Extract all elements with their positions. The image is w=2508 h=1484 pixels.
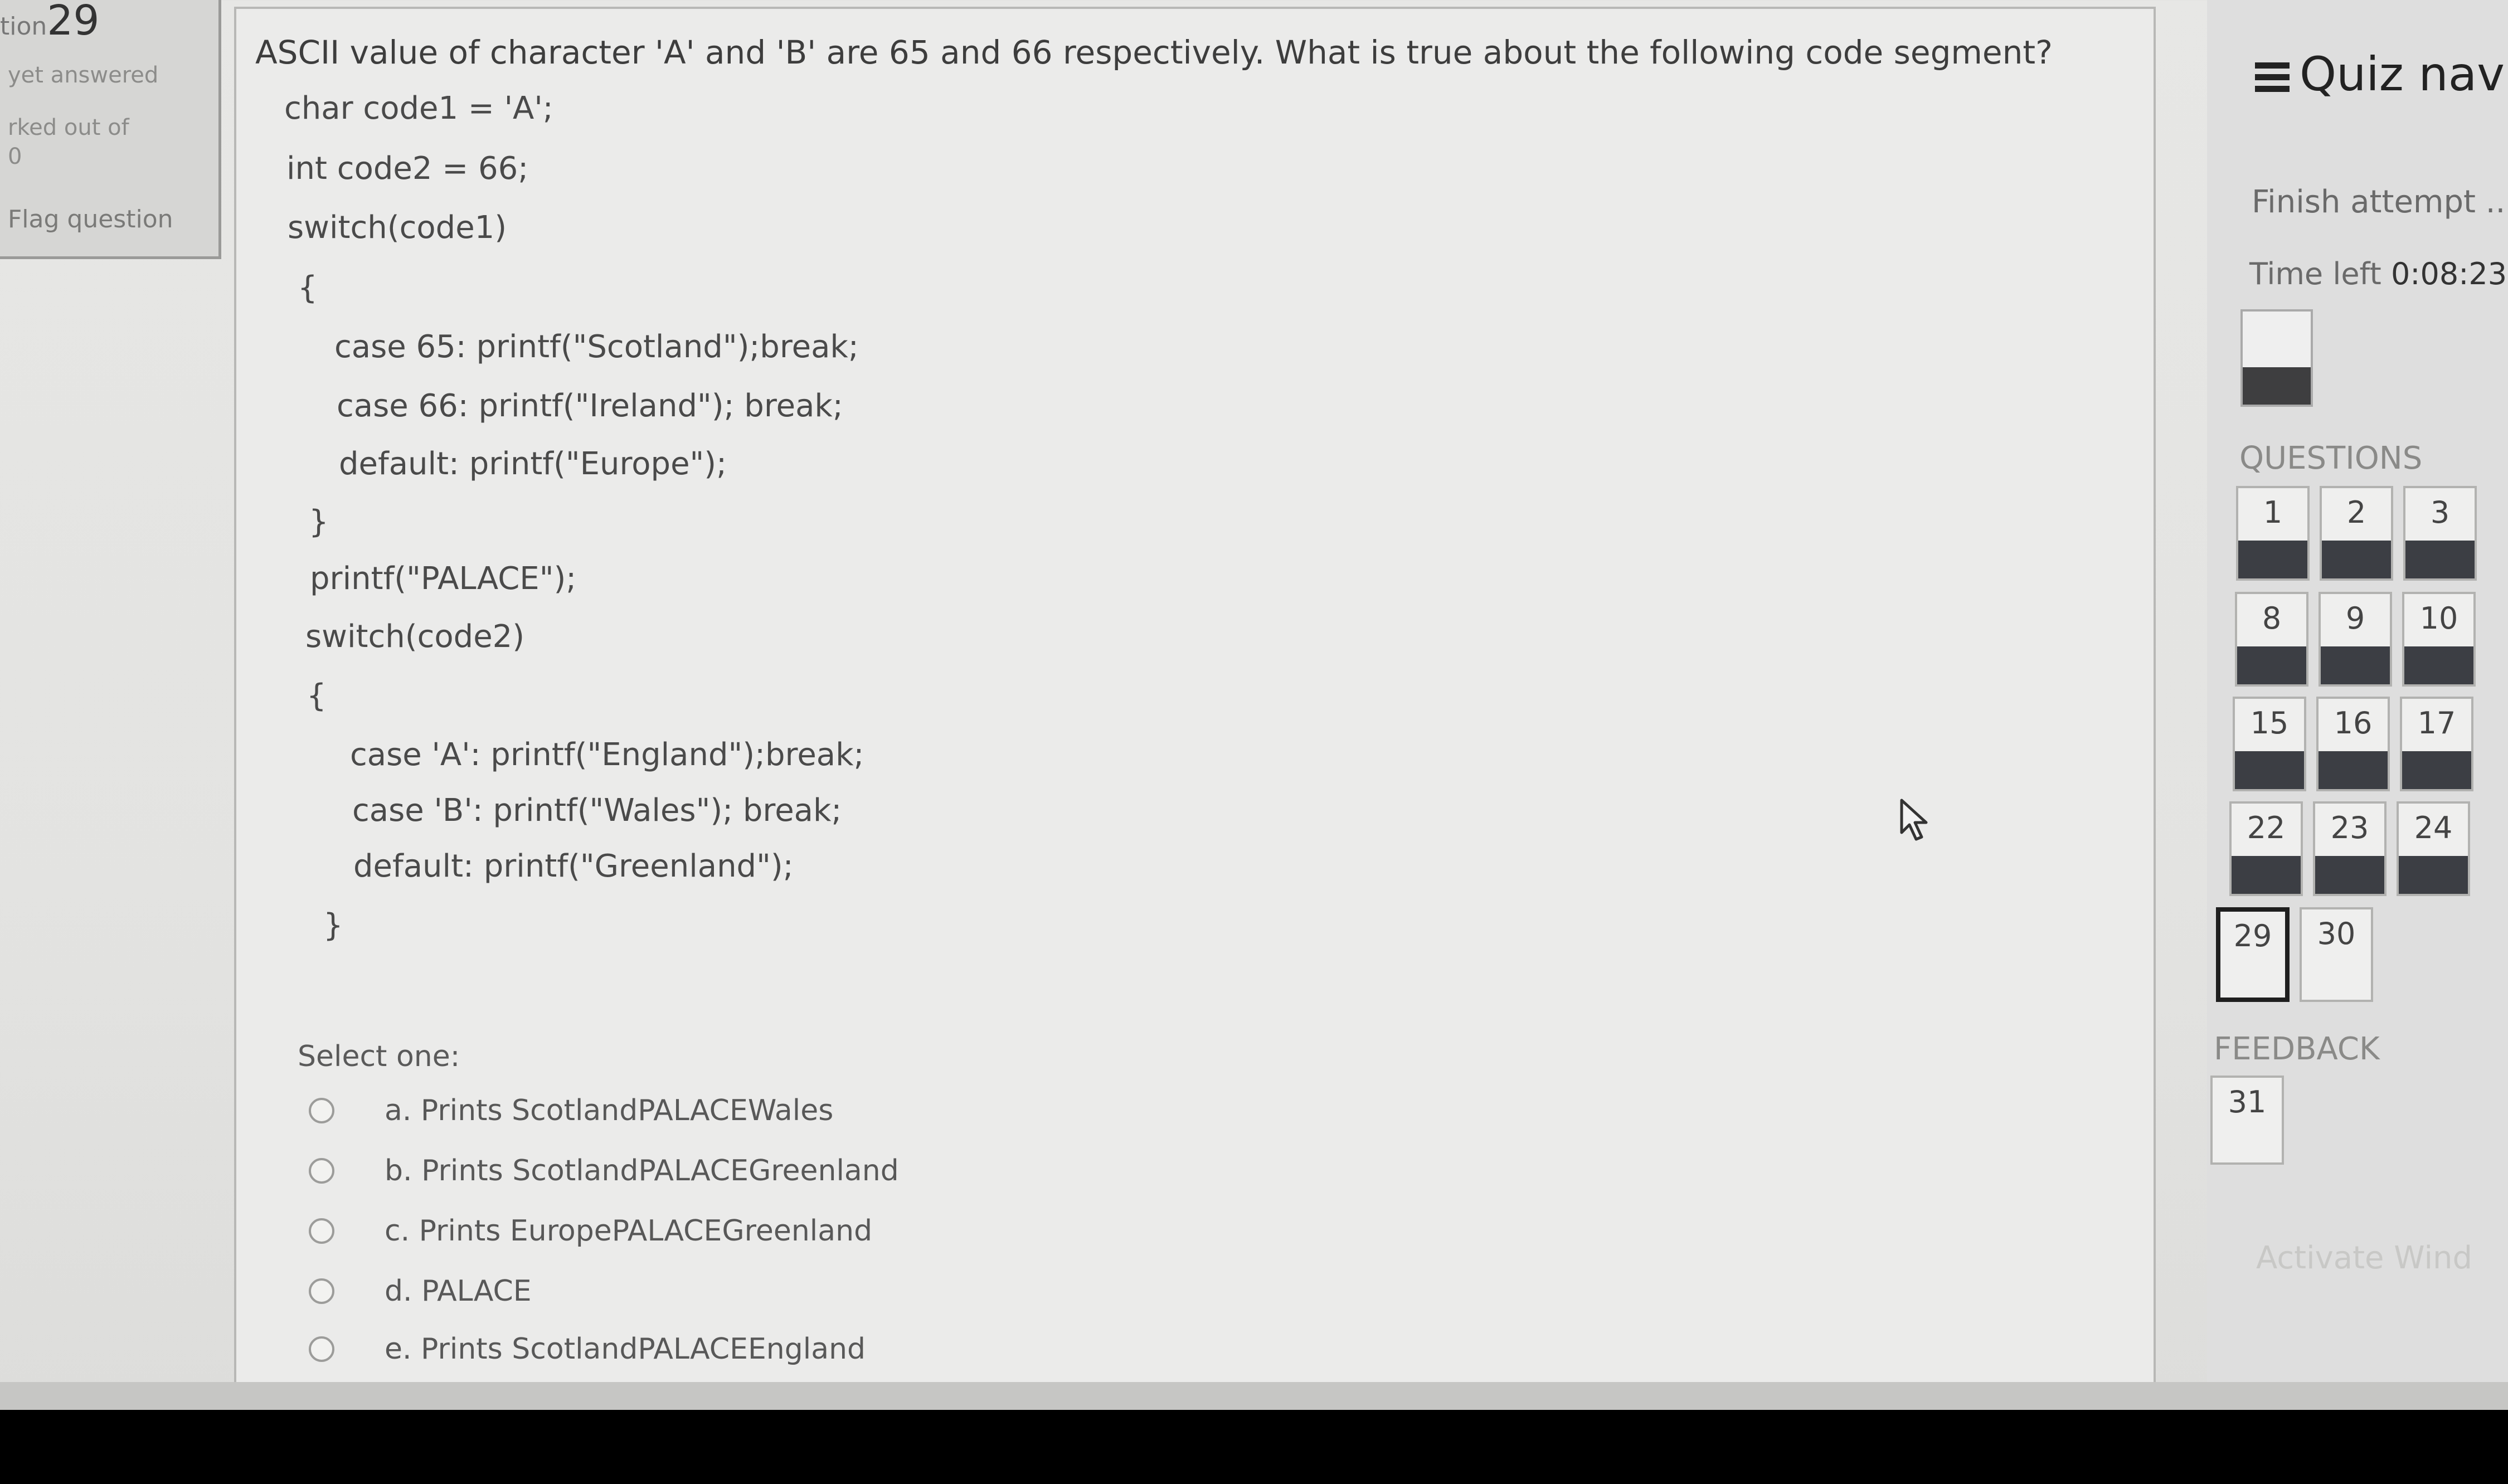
answer-option-c[interactable]: c. Prints EuropePALACEGreenland — [309, 1211, 872, 1251]
answer-option-a[interactable]: a. Prints ScotlandPALACEWales — [309, 1091, 833, 1130]
answer-status: yet answered — [8, 62, 159, 88]
monitor-bezel — [0, 1410, 2508, 1484]
code-line: case 'B': printf("Wales"); break; — [352, 792, 842, 829]
code-line: default: printf("Europe"); — [339, 446, 727, 482]
code-line: case 'A': printf("England");break; — [350, 737, 864, 773]
question-nav-button[interactable]: 23 — [2313, 801, 2387, 896]
marks-value: 0 — [8, 144, 22, 169]
question-nav-button[interactable]: 2 — [2320, 486, 2393, 581]
code-line: printf("PALACE"); — [310, 561, 577, 597]
quiz-navigation-title: Quiz navig — [2255, 47, 2508, 101]
answer-option-label[interactable]: b. Prints ScotlandPALACEGreenland — [385, 1154, 899, 1188]
attempt-progress-indicator — [2240, 309, 2313, 407]
feedback-nav-button[interactable]: 31 — [2210, 1076, 2284, 1165]
hamburger-menu-icon[interactable] — [2255, 62, 2290, 93]
answer-option-e[interactable]: e. Prints ScotlandPALACEEngland — [309, 1330, 866, 1369]
feedback-heading: FEEDBACK — [2214, 1031, 2380, 1067]
question-nav-button[interactable]: 22 — [2229, 801, 2303, 896]
answer-option-b[interactable]: b. Prints ScotlandPALACEGreenland — [309, 1151, 899, 1190]
code-line: switch(code1) — [288, 210, 507, 246]
progress-fill — [2243, 367, 2311, 405]
question-nav-button[interactable]: 24 — [2397, 801, 2470, 896]
time-left-value: 0:08:23 — [2390, 256, 2507, 291]
radio-button[interactable] — [309, 1158, 334, 1184]
marks-label: rked out of — [8, 115, 129, 140]
code-line: } — [323, 907, 343, 943]
question-nav-button[interactable]: 10 — [2402, 592, 2476, 687]
code-line: char code1 = 'A'; — [284, 90, 553, 126]
code-line: } — [309, 504, 329, 540]
code-line: case 65: printf("Scotland");break; — [334, 329, 859, 365]
question-nav-button[interactable]: 17 — [2400, 697, 2473, 791]
question-nav-button[interactable]: 3 — [2403, 486, 2477, 581]
questions-heading: QUESTIONS — [2239, 440, 2423, 476]
question-panel: ASCII value of character 'A' and 'B' are… — [234, 7, 2156, 1385]
question-number: tion29 — [0, 0, 100, 45]
radio-button[interactable] — [309, 1278, 334, 1304]
answer-option-label[interactable]: d. PALACE — [385, 1274, 532, 1308]
question-nav-button[interactable]: 30 — [2300, 907, 2373, 1002]
answer-option-label[interactable]: e. Prints ScotlandPALACEEngland — [385, 1332, 866, 1366]
code-line: { — [307, 678, 327, 714]
question-nav-button[interactable]: 15 — [2233, 697, 2306, 791]
code-line: int code2 = 66; — [286, 150, 529, 187]
quiz-navigation: Quiz navig Finish attempt ... Time left … — [2207, 0, 2508, 1410]
mouse-pointer-icon — [1900, 799, 1928, 841]
question-nav-button-current[interactable]: 29 — [2216, 907, 2290, 1002]
question-nav-button[interactable]: 16 — [2316, 697, 2390, 791]
radio-button[interactable] — [309, 1098, 334, 1123]
time-left: Time left 0:08:23 — [2249, 256, 2507, 291]
select-one-label: Select one: — [298, 1040, 460, 1073]
answer-option-label[interactable]: c. Prints EuropePALACEGreenland — [385, 1214, 872, 1248]
answer-option-label[interactable]: a. Prints ScotlandPALACEWales — [385, 1094, 833, 1127]
question-nav-button[interactable]: 9 — [2319, 592, 2392, 687]
activate-windows-watermark: Activate Wind — [2256, 1240, 2473, 1276]
finish-attempt-link[interactable]: Finish attempt ... — [2252, 184, 2508, 220]
question-nav-button[interactable]: 1 — [2236, 486, 2310, 581]
taskbar-edge — [0, 1382, 2508, 1410]
question-nav-button[interactable]: 8 — [2235, 592, 2308, 687]
question-info-panel: tion29 yet answered rked out of 0 Flag q… — [0, 0, 221, 259]
code-line: switch(code2) — [305, 619, 525, 655]
answer-option-d[interactable]: d. PALACE — [309, 1272, 532, 1311]
flag-question-link[interactable]: Flag question — [8, 205, 173, 233]
code-line: default: printf("Greenland"); — [353, 848, 794, 884]
question-text: ASCII value of character 'A' and 'B' are… — [255, 33, 2053, 71]
radio-button[interactable] — [309, 1218, 334, 1244]
code-line: { — [298, 270, 318, 306]
radio-button[interactable] — [309, 1336, 334, 1362]
code-line: case 66: printf("Ireland"); break; — [337, 388, 843, 424]
